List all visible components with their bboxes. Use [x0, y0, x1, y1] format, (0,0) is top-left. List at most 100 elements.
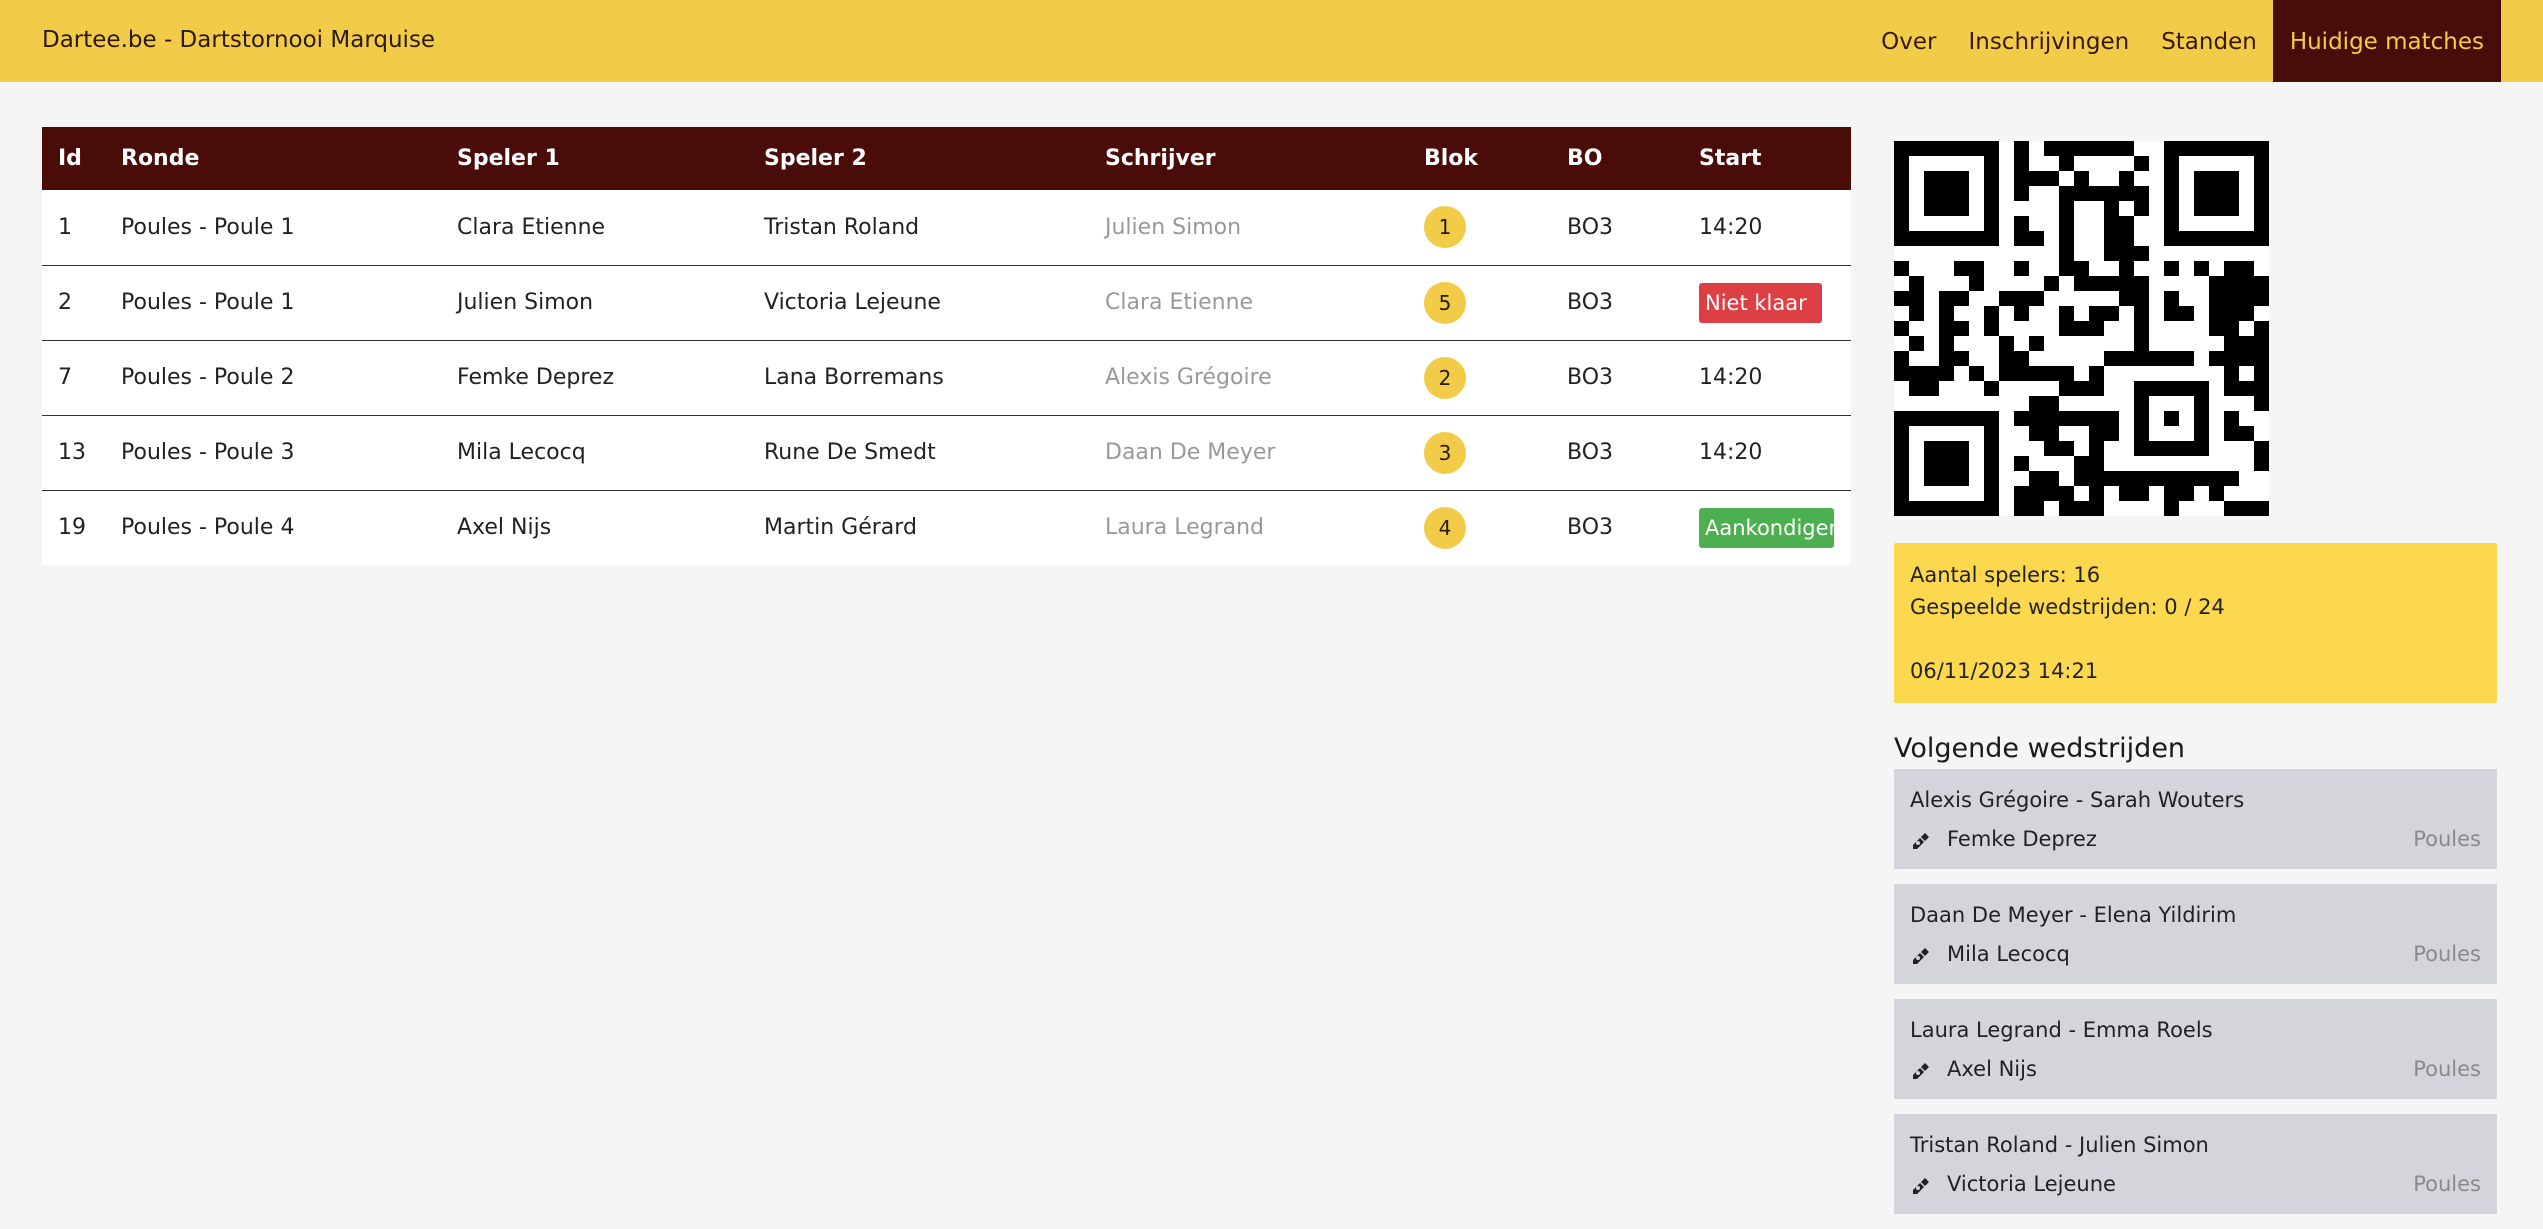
next-match-card: Laura Legrand - Emma Roels Axel Nijs Pou… — [1894, 999, 2497, 1099]
header-start: Start — [1699, 146, 1762, 171]
next-match-players: Laura Legrand - Emma Roels — [1910, 1018, 2213, 1042]
cell-id: 13 — [58, 440, 86, 465]
next-match-round: Poules — [2413, 827, 2481, 851]
next-match-round: Poules — [2413, 1172, 2481, 1196]
cell-blok: 1 — [1408, 190, 1551, 265]
next-match-writer-row: Axel Nijs — [1910, 1053, 2481, 1085]
cell-schrijver: Daan De Meyer — [1105, 440, 1276, 465]
table-body: 1 Poules - Poule 1 Clara Etienne Tristan… — [42, 190, 1851, 565]
cell-bo: BO3 — [1567, 214, 1614, 240]
brand-title[interactable]: Dartee.be - Dartstornooi Marquise — [42, 0, 435, 82]
cell-id: 1 — [58, 214, 72, 240]
table-row: 2 Poules - Poule 1 Julien Simon Victoria… — [42, 265, 1851, 340]
current-datetime: 06/11/2023 14:21 — [1910, 659, 2099, 683]
cell-start: 14:20 — [1699, 365, 1763, 390]
cell-speler-2: Tristan Roland — [764, 214, 920, 240]
blok-badge: 3 — [1424, 431, 1466, 474]
next-match-round: Poules — [2413, 942, 2481, 966]
cell-start: Niet klaar — [1683, 265, 1851, 340]
qr-code-image — [1894, 141, 2269, 516]
next-match-card: Daan De Meyer - Elena Yildirim Mila Leco… — [1894, 884, 2497, 984]
cell-id: 7 — [58, 365, 72, 390]
cell-start: 14:20 — [1699, 440, 1763, 465]
next-match-round: Poules — [2413, 1057, 2481, 1081]
cell-speler-1: Clara Etienne — [457, 214, 606, 240]
table-header-row: Id Ronde Speler 1 Speler 2 Schrijver Blo… — [42, 127, 1851, 190]
pen-icon — [1910, 943, 1932, 965]
cell-schrijver: Clara Etienne — [1105, 290, 1254, 315]
header-speler-1: Speler 1 — [457, 146, 560, 171]
table-row: 19 Poules - Poule 4 Axel Nijs Martin Gér… — [42, 490, 1851, 565]
cell-ronde: Poules - Poule 4 — [121, 515, 295, 541]
pen-icon — [1910, 828, 1932, 850]
header-bo: BO — [1567, 146, 1603, 171]
cell-id: 19 — [58, 515, 86, 541]
cell-speler-1: Femke Deprez — [457, 365, 614, 390]
tournament-stats: Aantal spelers: 16 Gespeelde wedstrijden… — [1894, 543, 2497, 703]
header-blok: Blok — [1424, 146, 1479, 171]
nav-link-over[interactable]: Over — [1865, 0, 1952, 82]
blok-badge: 1 — [1424, 206, 1466, 249]
cell-bo: BO3 — [1567, 290, 1614, 315]
cell-bo: BO3 — [1567, 440, 1614, 465]
qr-code-image — [1894, 141, 2269, 516]
header-speler-2: Speler 2 — [764, 146, 867, 171]
played-matches: Gespeelde wedstrijden: 0 / 24 — [1910, 595, 2225, 619]
cell-speler-2: Victoria Lejeune — [764, 290, 941, 315]
cell-ronde: Poules - Poule 1 — [121, 290, 295, 315]
next-match-players: Alexis Grégoire - Sarah Wouters — [1910, 788, 2245, 812]
cell-schrijver: Laura Legrand — [1105, 515, 1265, 541]
next-match-card: Tristan Roland - Julien Simon Victoria L… — [1894, 1114, 2497, 1214]
nav-link-huidige-matches[interactable]: Huidige matches — [2272, 0, 2501, 82]
cell-speler-2: Lana Borremans — [764, 365, 944, 390]
next-match-card: Alexis Grégoire - Sarah Wouters Femke De… — [1894, 769, 2497, 869]
next-matches-title: Volgende wedstrijden — [1894, 733, 2186, 764]
next-match-writer-row: Femke Deprez — [1910, 823, 2481, 855]
next-match-writer: Mila Lecocq — [1947, 942, 2070, 966]
cell-speler-2: Rune De Smedt — [764, 440, 936, 465]
cell-bo: BO3 — [1567, 515, 1614, 541]
next-match-players: Tristan Roland - Julien Simon — [1910, 1133, 2209, 1157]
cell-ronde: Poules - Poule 1 — [121, 214, 295, 240]
next-match-players: Daan De Meyer - Elena Yildirim — [1910, 903, 2237, 927]
pen-icon — [1910, 1173, 1932, 1195]
cell-ronde: Poules - Poule 3 — [121, 440, 295, 465]
next-match-writer-row: Mila Lecocq — [1910, 938, 2481, 970]
cell-id: 2 — [58, 290, 72, 315]
cell-speler-2: Martin Gérard — [764, 515, 917, 541]
cell-start: 14:20 — [1699, 214, 1763, 240]
blok-badge: 2 — [1424, 356, 1466, 399]
table-row: 13 Poules - Poule 3 Mila Lecocq Rune De … — [42, 415, 1851, 490]
next-match-writer: Victoria Lejeune — [1947, 1172, 2116, 1196]
cell-bo: BO3 — [1567, 365, 1614, 390]
header-ronde: Ronde — [121, 146, 200, 171]
cell-blok: 4 — [1408, 490, 1551, 565]
cell-blok: 5 — [1408, 265, 1551, 340]
niet-klaar-button[interactable]: Niet klaar — [1699, 282, 1822, 323]
table-row: 1 Poules - Poule 1 Clara Etienne Tristan… — [42, 190, 1851, 265]
cell-speler-1: Axel Nijs — [457, 515, 552, 541]
cell-start: Aankondigen — [1683, 490, 1851, 565]
nav-link-inschrijvingen[interactable]: Inschrijvingen — [1952, 0, 2145, 82]
cell-speler-1: Julien Simon — [457, 290, 594, 315]
next-match-writer: Femke Deprez — [1947, 827, 2097, 851]
cell-blok: 3 — [1408, 415, 1551, 490]
next-match-writer: Axel Nijs — [1947, 1057, 2037, 1081]
cell-blok: 2 — [1408, 340, 1551, 415]
aankondigen-button[interactable]: Aankondigen — [1699, 507, 1842, 548]
nav-links: Over Inschrijvingen Standen Huidige matc… — [1865, 0, 2501, 82]
cell-schrijver: Julien Simon — [1105, 214, 1242, 240]
side-panel: Aantal spelers: 16 Gespeelde wedstrijden… — [1894, 127, 2497, 1229]
blok-badge: 5 — [1424, 281, 1466, 324]
cell-ronde: Poules - Poule 2 — [121, 365, 295, 390]
header-id: Id — [58, 146, 82, 171]
pen-icon — [1910, 1058, 1932, 1080]
nav-link-standen[interactable]: Standen — [2145, 0, 2273, 82]
matches-table-container: Id Ronde Speler 1 Speler 2 Schrijver Blo… — [42, 127, 1851, 565]
next-match-writer-row: Victoria Lejeune — [1910, 1168, 2481, 1200]
cell-schrijver: Alexis Grégoire — [1105, 365, 1272, 390]
header-schrijver: Schrijver — [1105, 146, 1216, 171]
player-count: Aantal spelers: 16 — [1910, 563, 2101, 587]
cell-speler-1: Mila Lecocq — [457, 440, 586, 465]
blok-badge: 4 — [1424, 506, 1466, 549]
